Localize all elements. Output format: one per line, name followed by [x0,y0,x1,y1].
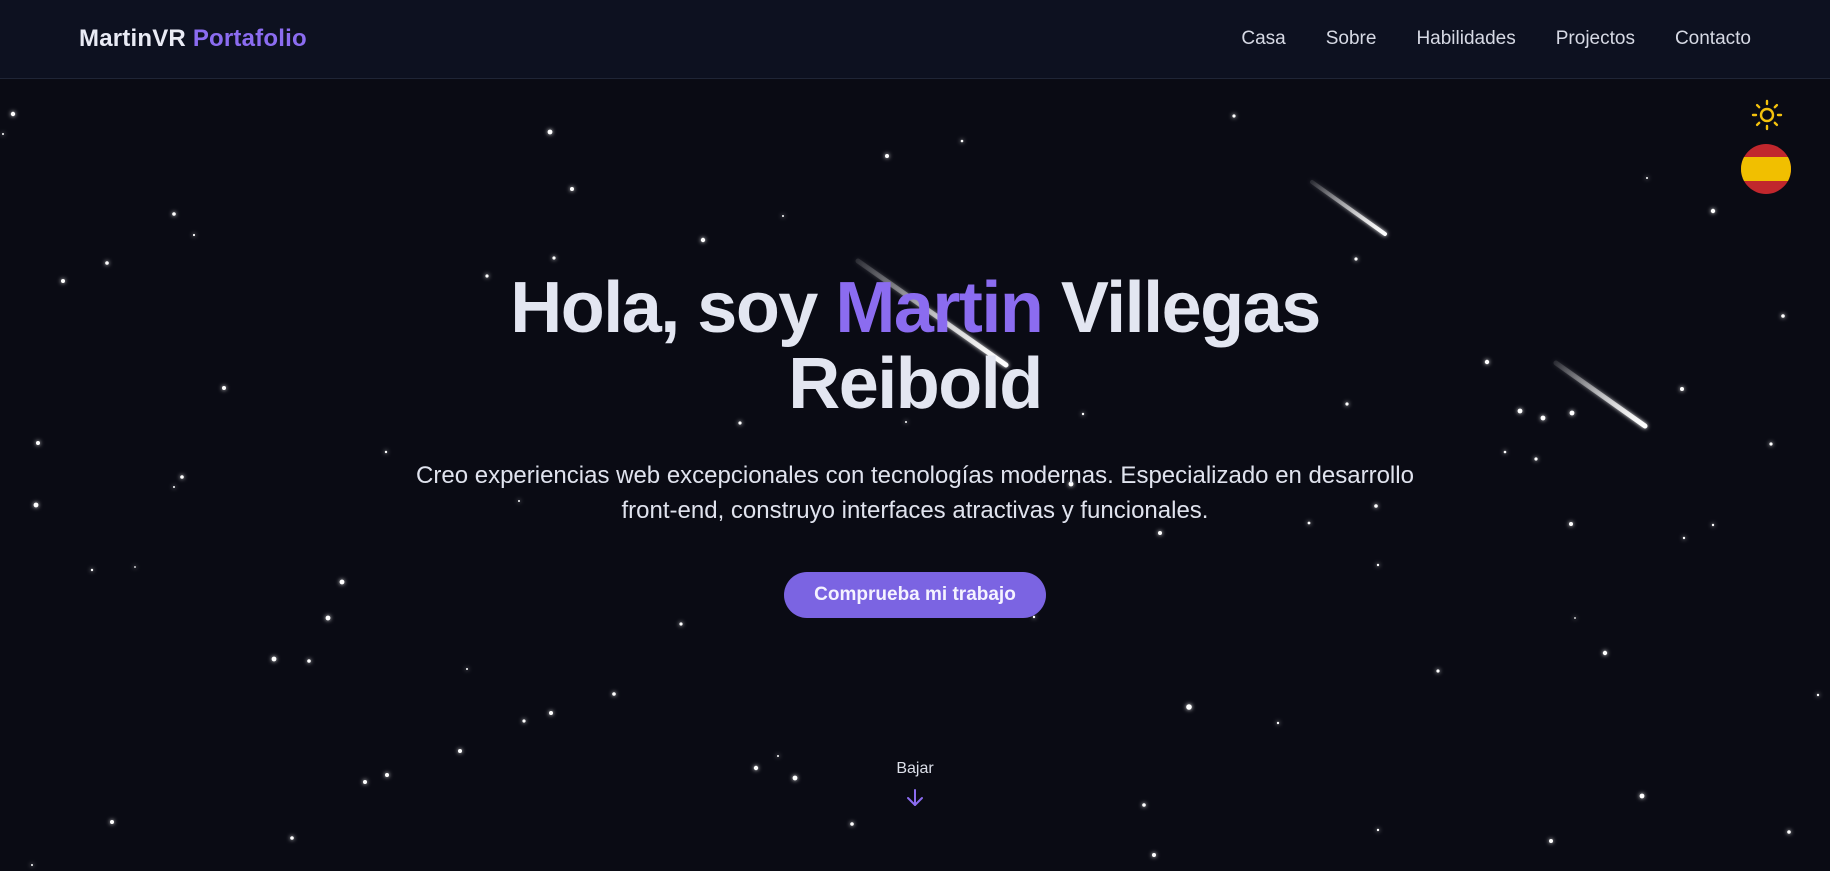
hero-title: Hola, soy Martin Villegas Reibold [465,270,1365,422]
hero-section: Hola, soy Martin Villegas Reibold Creo e… [0,270,1830,618]
theme-toggle-button[interactable] [1750,98,1784,132]
brand-suffix: Portafolio [192,25,307,52]
scroll-down-label: Bajar [896,760,934,777]
brand-name: MartinVR [79,25,186,52]
nav-item-contacto[interactable]: Contacto [1675,28,1751,49]
hero-subtitle: Creo experiencias web excepcionales con … [416,462,1414,524]
brand-logo[interactable]: MartinVR Portafolio [79,25,307,53]
nav-links: Casa Sobre Habilidades Projectos Contact… [1241,28,1751,50]
arrow-down-icon [907,789,923,806]
nav-item-habilidades[interactable]: Habilidades [1416,28,1515,49]
navbar: MartinVR Portafolio Casa Sobre Habilidad… [0,0,1830,79]
nav-item-projectos[interactable]: Projectos [1556,28,1635,49]
nav-item-casa[interactable]: Casa [1241,28,1285,49]
hero-first-name: Martin [835,268,1044,348]
sun-icon [1751,99,1783,131]
language-toggle-button[interactable] [1741,144,1791,194]
hero-greeting: Hola, soy [510,268,818,348]
nav-item-sobre[interactable]: Sobre [1326,28,1377,49]
page: MartinVR Portafolio Casa Sobre Habilidad… [0,0,1830,871]
scroll-down-button[interactable]: Bajar [865,760,965,808]
check-my-work-button[interactable]: Comprueba mi trabajo [784,572,1046,618]
spain-flag-icon [1741,144,1791,194]
